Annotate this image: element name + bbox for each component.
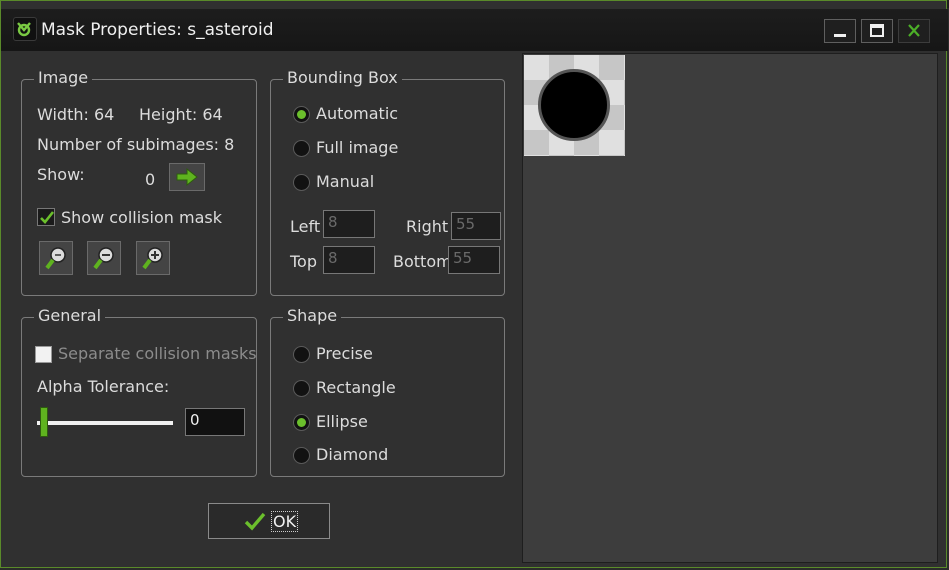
alpha-slider-thumb[interactable] [40,407,48,437]
ok-label: OK [271,511,299,532]
shape-legend: Shape [283,306,342,325]
radio-ellipse[interactable]: Ellipse [293,412,433,434]
separate-masks-label: Separate collision masks [58,344,257,363]
radio-precise[interactable]: Precise [293,344,433,366]
image-group-legend: Image [34,68,93,87]
radio-precise-label: Precise [316,344,373,363]
radio-diamond[interactable]: Diamond [293,445,433,467]
left-field[interactable]: 8 [323,210,375,238]
zoom-out-button[interactable] [87,241,121,275]
asteroid-sprite [538,69,610,141]
separate-masks-checkbox[interactable] [35,346,52,363]
general-group: General Separate collision masks Alpha T… [21,306,257,477]
minimize-button[interactable] [824,19,856,43]
image-group: Image Width: 64 Height: 64 Number of sub… [21,68,257,296]
radio-rectangle[interactable]: Rectangle [293,378,433,400]
window-title: Mask Properties: s_asteroid [41,20,274,40]
width-text: Width: 64 [37,105,115,124]
zoom-reset-icon [45,247,66,270]
radio-rectangle-dot[interactable] [293,380,310,397]
radio-manual-dot[interactable] [293,174,310,191]
close-button[interactable] [898,19,930,43]
radio-diamond-label: Diamond [316,445,389,464]
maximize-icon [870,24,884,37]
top-field[interactable]: 8 [323,246,375,274]
zoom-reset-button[interactable] [39,241,73,275]
ok-button[interactable]: OK [208,503,330,539]
left-label: Left [290,217,321,236]
close-icon [908,24,920,37]
show-label: Show: [37,165,85,184]
radio-manual-label: Manual [316,172,375,191]
radio-manual[interactable]: Manual [293,172,433,194]
radio-full-image-label: Full image [316,138,399,157]
zoom-in-button[interactable] [136,241,170,275]
shape-group: Shape Precise Rectangle Ellipse Diamond [270,306,505,477]
mask-preview-canvas[interactable] [522,53,938,563]
show-collision-label[interactable]: Show collision mask [61,208,222,227]
next-subimage-button[interactable] [169,163,205,191]
radio-automatic[interactable]: Automatic [293,104,433,126]
show-collision-checkbox[interactable] [37,208,55,226]
alpha-slider-track[interactable] [37,421,173,425]
bottom-field[interactable]: 55 [448,246,500,274]
radio-ellipse-label: Ellipse [316,412,368,431]
right-field[interactable]: 55 [451,212,501,240]
subimages-text: Number of subimages: 8 [37,135,235,154]
height-text: Height: 64 [139,105,223,124]
radio-full-image-dot[interactable] [293,140,310,157]
top-label: Top [290,252,317,271]
zoom-out-icon [93,247,114,270]
radio-full-image[interactable]: Full image [293,138,433,160]
radio-rectangle-label: Rectangle [316,378,396,397]
radio-precise-dot[interactable] [293,346,310,363]
mask-properties-window: Mask Properties: s_asteroid Image Width:… [0,0,948,568]
general-legend: General [34,306,106,325]
arrow-right-icon [176,167,198,187]
bounding-box-group: Bounding Box Automatic Full image Manual… [270,68,505,296]
bottom-label: Bottom [393,252,452,271]
alpha-tolerance-label: Alpha Tolerance: [37,377,170,396]
checkmark-icon [40,211,55,224]
minimize-icon [834,34,846,37]
radio-ellipse-dot[interactable] [293,414,310,431]
right-label: Right [406,217,449,236]
radio-diamond-dot[interactable] [293,447,310,464]
checkmark-icon [244,512,266,531]
app-logo-icon [13,17,37,41]
bounding-box-legend: Bounding Box [283,68,402,87]
radio-automatic-dot[interactable] [293,106,310,123]
title-bar[interactable]: Mask Properties: s_asteroid [1,9,948,51]
zoom-in-icon [142,247,163,270]
sprite-checkerboard [524,55,625,156]
radio-automatic-label: Automatic [316,104,399,123]
maximize-button[interactable] [861,19,893,43]
show-value: 0 [145,170,156,189]
alpha-value-field[interactable]: 0 [185,408,245,436]
